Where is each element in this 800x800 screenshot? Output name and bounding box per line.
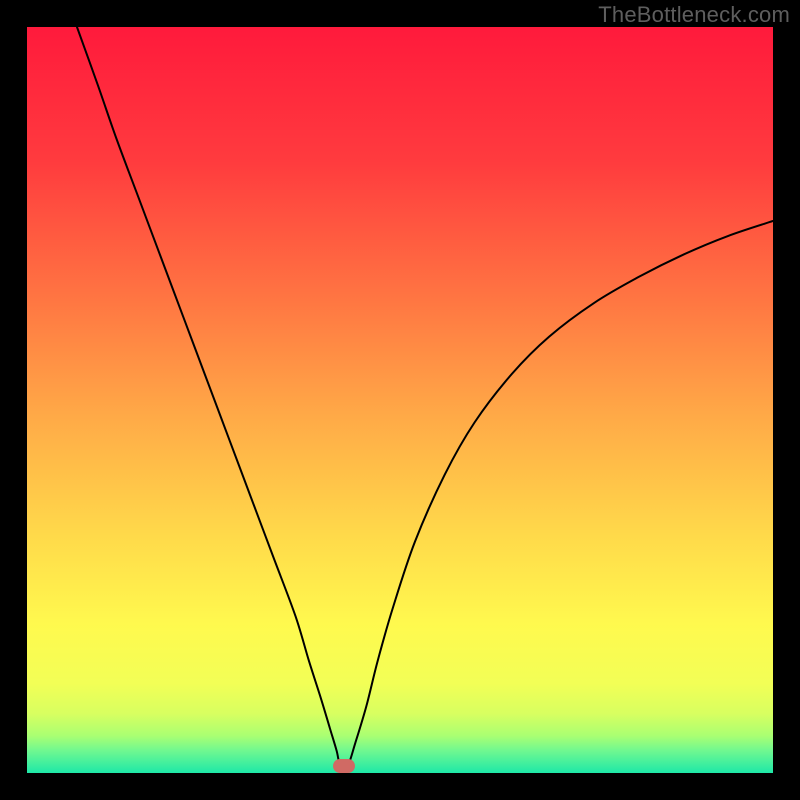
optimal-marker (333, 759, 355, 773)
plot-area (27, 27, 773, 773)
gradient-background (27, 27, 773, 773)
chart-frame: TheBottleneck.com (0, 0, 800, 800)
chart-svg (27, 27, 773, 773)
watermark-text: TheBottleneck.com (598, 2, 790, 28)
